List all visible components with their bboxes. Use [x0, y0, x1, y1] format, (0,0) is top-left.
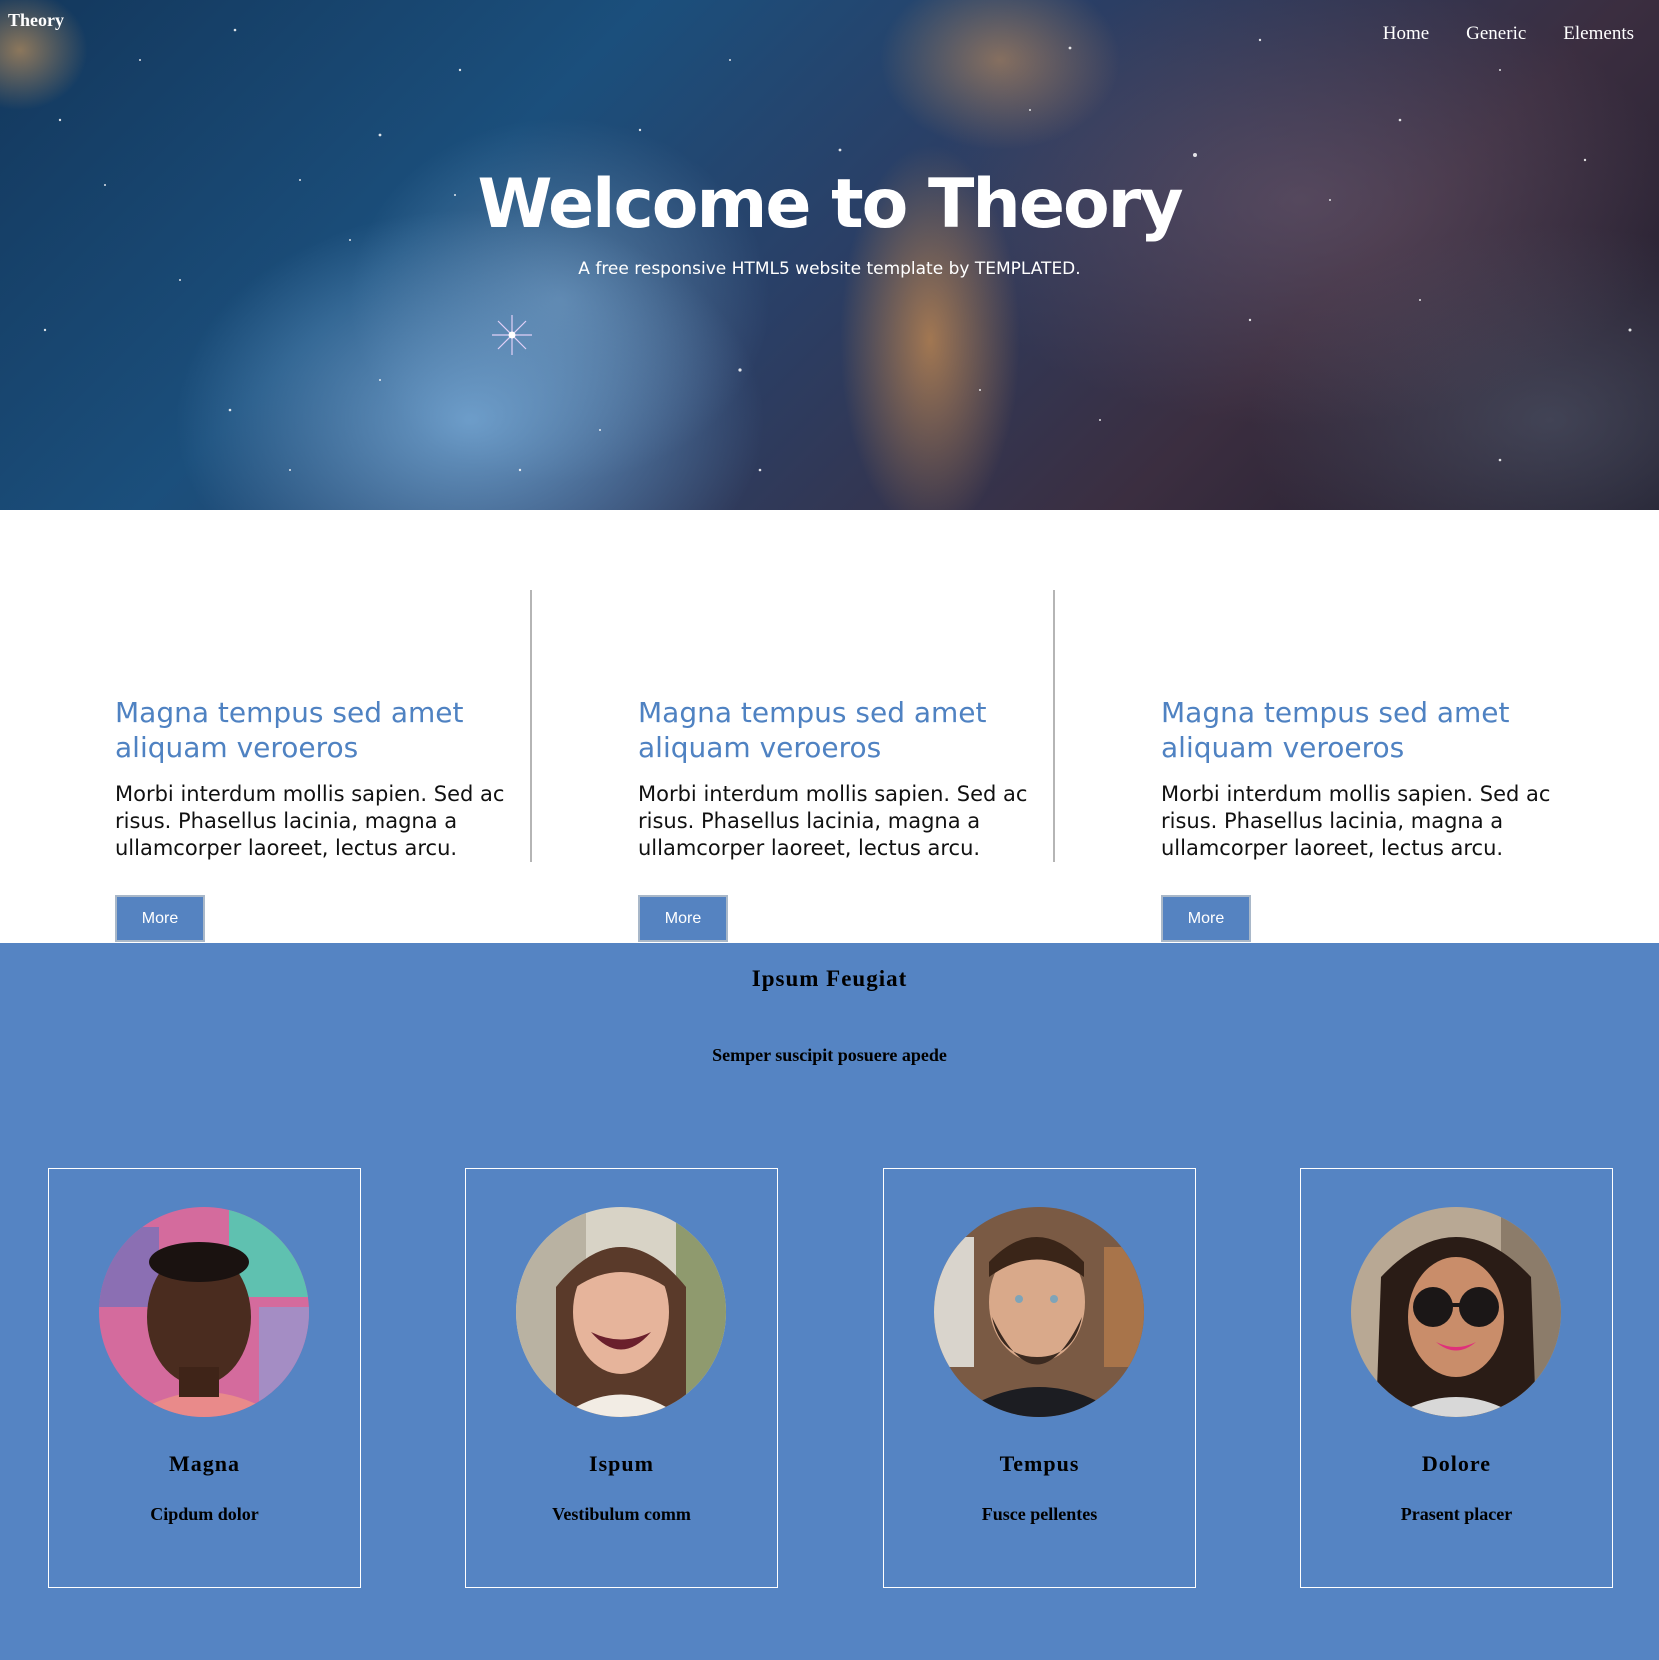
team-card: Magna Cipdum dolor	[48, 1168, 361, 1588]
nav-elements[interactable]: Elements	[1563, 23, 1634, 45]
hero-title: Welcome to Theory	[477, 165, 1183, 244]
member-role: Vestibulum comm	[552, 1504, 691, 1524]
feature-text: Morbi interdum mollis sapien. Sed ac ris…	[115, 782, 505, 860]
member-name: Magna	[169, 1451, 240, 1476]
member-name: Dolore	[1421, 1451, 1492, 1476]
team-card: Ispum Vestibulum comm	[465, 1168, 778, 1588]
member-name: Ispum	[589, 1451, 654, 1476]
brand-logo[interactable]: Theory	[8, 10, 64, 31]
avatar	[99, 1207, 309, 1417]
more-button[interactable]: More	[1161, 895, 1251, 942]
nav-home[interactable]: Home	[1383, 23, 1429, 45]
member-name: Tempus	[999, 1451, 1080, 1476]
portrait-image	[516, 1207, 726, 1417]
avatar	[1351, 1207, 1561, 1417]
team-card: Tempus Fusce pellentes	[883, 1168, 1196, 1588]
member-role: Cipdum dolor	[150, 1504, 259, 1524]
feature-text: Morbi interdum mollis sapien. Sed ac ris…	[1161, 782, 1551, 860]
feature-title: Magna tempus sed amet aliquam veroeros	[1161, 696, 1510, 764]
portrait-image	[99, 1207, 309, 1417]
feature-title: Magna tempus sed amet aliquam veroeros	[638, 696, 987, 764]
more-button[interactable]: More	[115, 895, 205, 942]
features-section: Magna tempus sed amet aliquam veroeros M…	[0, 510, 1659, 943]
feature-text: Morbi interdum mollis sapien. Sed ac ris…	[638, 782, 1028, 860]
avatar	[934, 1207, 1144, 1417]
team-card: Dolore Prasent placer	[1300, 1168, 1613, 1588]
portrait-image	[934, 1207, 1144, 1417]
team-title: Ipsum Feugiat	[751, 966, 908, 991]
hero-banner: Theory Home Generic Elements Welcome to …	[0, 0, 1659, 510]
member-role: Prasent placer	[1400, 1504, 1513, 1524]
member-role: Fusce pellentes	[981, 1504, 1098, 1524]
team-section: Ipsum Feugiat Semper suscipit posuere ap…	[0, 943, 1659, 1660]
feature-column: Magna tempus sed amet aliquam veroeros M…	[1053, 590, 1577, 942]
hero-subtitle: A free responsive HTML5 website template…	[578, 259, 1081, 279]
feature-title: Magna tempus sed amet aliquam veroeros	[115, 696, 464, 764]
portrait-image	[1351, 1207, 1561, 1417]
feature-column: Magna tempus sed amet aliquam veroeros M…	[530, 590, 1054, 942]
team-subtitle: Semper suscipit posuere apede	[712, 1045, 947, 1065]
avatar	[516, 1207, 726, 1417]
starfield-background	[43, 28, 1632, 472]
more-button[interactable]: More	[638, 895, 728, 942]
main-nav: Home Generic Elements	[1383, 23, 1634, 45]
nav-generic[interactable]: Generic	[1466, 23, 1526, 45]
